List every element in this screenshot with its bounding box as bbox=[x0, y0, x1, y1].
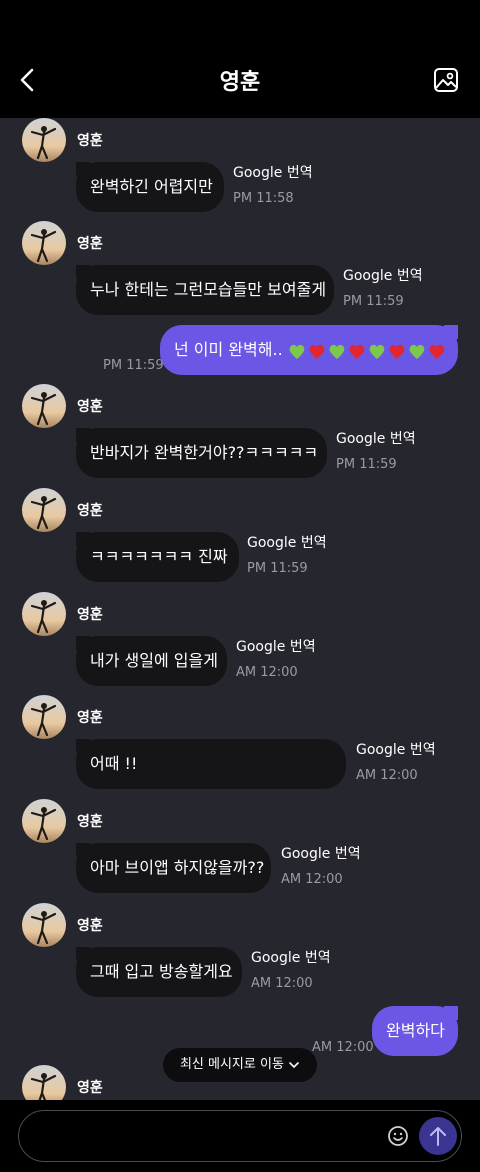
heart-emojis bbox=[288, 341, 448, 361]
sender-name: 영훈 bbox=[77, 236, 103, 252]
translate-link[interactable]: Google 번역 bbox=[281, 843, 361, 863]
translate-link[interactable]: Google 번역 bbox=[251, 947, 331, 967]
message-bubble[interactable]: 그때 입고 방송할게요 bbox=[76, 947, 242, 997]
message-bubble[interactable]: 누나 한테는 그런모습들만 보여줄게 bbox=[76, 265, 334, 315]
timestamp: PM 11:59 bbox=[103, 358, 164, 373]
message-list[interactable]: 영훈 완벽하긴 어렵지만 Google 번역 PM 11:58 영훈 누나 한테… bbox=[0, 118, 480, 1100]
green-heart-icon bbox=[369, 344, 385, 359]
composer bbox=[18, 1110, 462, 1162]
send-button[interactable] bbox=[419, 1117, 457, 1155]
sent-message-bubble[interactable]: 넌 이미 완벽해.. bbox=[160, 325, 458, 375]
message-bubble[interactable]: 어때 !! bbox=[76, 739, 346, 789]
composer-bar bbox=[0, 1100, 480, 1172]
avatar[interactable] bbox=[22, 1065, 66, 1100]
timestamp: AM 12:00 bbox=[236, 665, 298, 680]
sender-name: 영훈 bbox=[77, 1080, 103, 1096]
translate-link[interactable]: Google 번역 bbox=[343, 265, 423, 285]
translate-link[interactable]: Google 번역 bbox=[236, 636, 316, 656]
translate-link[interactable]: Google 번역 bbox=[233, 162, 313, 182]
chevron-down-icon bbox=[289, 1061, 299, 1068]
timestamp: AM 12:00 bbox=[356, 768, 418, 783]
smiley-icon bbox=[388, 1126, 408, 1146]
page-title: 영훈 bbox=[219, 70, 261, 95]
sender-name: 영훈 bbox=[77, 710, 103, 726]
message-bubble[interactable]: ㅋㅋㅋㅋㅋㅋㅋ 진짜 bbox=[76, 532, 239, 582]
message-meta: Google 번역 PM 11:59 bbox=[247, 532, 327, 576]
sender-name: 영훈 bbox=[77, 399, 103, 415]
chat-header: 영훈 bbox=[0, 0, 480, 118]
message-bubble[interactable]: 아마 브이앱 하지않을까?? bbox=[76, 843, 271, 893]
sent-message-bubble[interactable]: 완벽하다 bbox=[372, 1006, 458, 1056]
emoji-button[interactable] bbox=[387, 1125, 409, 1147]
image-icon bbox=[434, 68, 458, 92]
message-meta: Google 번역 PM 11:58 bbox=[233, 162, 313, 206]
green-heart-icon bbox=[409, 344, 425, 359]
message-bubble[interactable]: 완벽하긴 어렵지만 bbox=[76, 162, 224, 212]
sender-name: 영훈 bbox=[77, 503, 103, 519]
translate-link[interactable]: Google 번역 bbox=[356, 739, 436, 759]
timestamp: PM 11:59 bbox=[336, 457, 397, 472]
avatar[interactable] bbox=[22, 799, 66, 843]
message-meta: Google 번역 AM 12:00 bbox=[356, 739, 436, 783]
red-heart-icon bbox=[389, 344, 405, 359]
message-text: 넌 이미 완벽해.. bbox=[174, 340, 283, 359]
message-meta: Google 번역 PM 11:59 bbox=[343, 265, 423, 309]
message-meta: Google 번역 AM 12:00 bbox=[251, 947, 331, 991]
avatar[interactable] bbox=[22, 118, 66, 162]
timestamp: AM 12:00 bbox=[281, 872, 343, 887]
avatar[interactable] bbox=[22, 903, 66, 947]
sender-name: 영훈 bbox=[77, 607, 103, 623]
red-heart-icon bbox=[309, 344, 325, 359]
timestamp: AM 12:00 bbox=[251, 976, 313, 991]
green-heart-icon bbox=[289, 344, 305, 359]
red-heart-icon bbox=[349, 344, 365, 359]
message-meta: Google 번역 AM 12:00 bbox=[281, 843, 361, 887]
message-bubble[interactable]: 내가 생일에 입을게 bbox=[76, 636, 227, 686]
avatar[interactable] bbox=[22, 592, 66, 636]
red-heart-icon bbox=[429, 344, 445, 359]
sender-name: 영훈 bbox=[77, 918, 103, 934]
timestamp: AM 12:00 bbox=[312, 1040, 374, 1055]
translate-link[interactable]: Google 번역 bbox=[336, 428, 416, 448]
translate-link[interactable]: Google 번역 bbox=[247, 532, 327, 552]
jump-to-latest-button[interactable]: 최신 메시지로 이동 bbox=[163, 1048, 317, 1082]
avatar[interactable] bbox=[22, 221, 66, 265]
timestamp: PM 11:59 bbox=[343, 294, 404, 309]
message-bubble[interactable]: 반바지가 완벽한거야??ㅋㅋㅋㅋㅋ bbox=[76, 428, 327, 478]
green-heart-icon bbox=[329, 344, 345, 359]
sender-name: 영훈 bbox=[77, 133, 103, 149]
avatar[interactable] bbox=[22, 384, 66, 428]
message-meta: Google 번역 PM 11:59 bbox=[336, 428, 416, 472]
avatar[interactable] bbox=[22, 695, 66, 739]
timestamp: PM 11:59 bbox=[247, 561, 308, 576]
jump-to-latest-label: 최신 메시지로 이동 bbox=[179, 1057, 284, 1072]
arrow-up-icon bbox=[430, 1127, 446, 1146]
message-input[interactable] bbox=[35, 1121, 379, 1153]
avatar[interactable] bbox=[22, 488, 66, 532]
timestamp: PM 11:58 bbox=[233, 191, 294, 206]
message-meta: Google 번역 AM 12:00 bbox=[236, 636, 316, 680]
sender-name: 영훈 bbox=[77, 814, 103, 830]
gallery-button[interactable] bbox=[432, 66, 460, 94]
